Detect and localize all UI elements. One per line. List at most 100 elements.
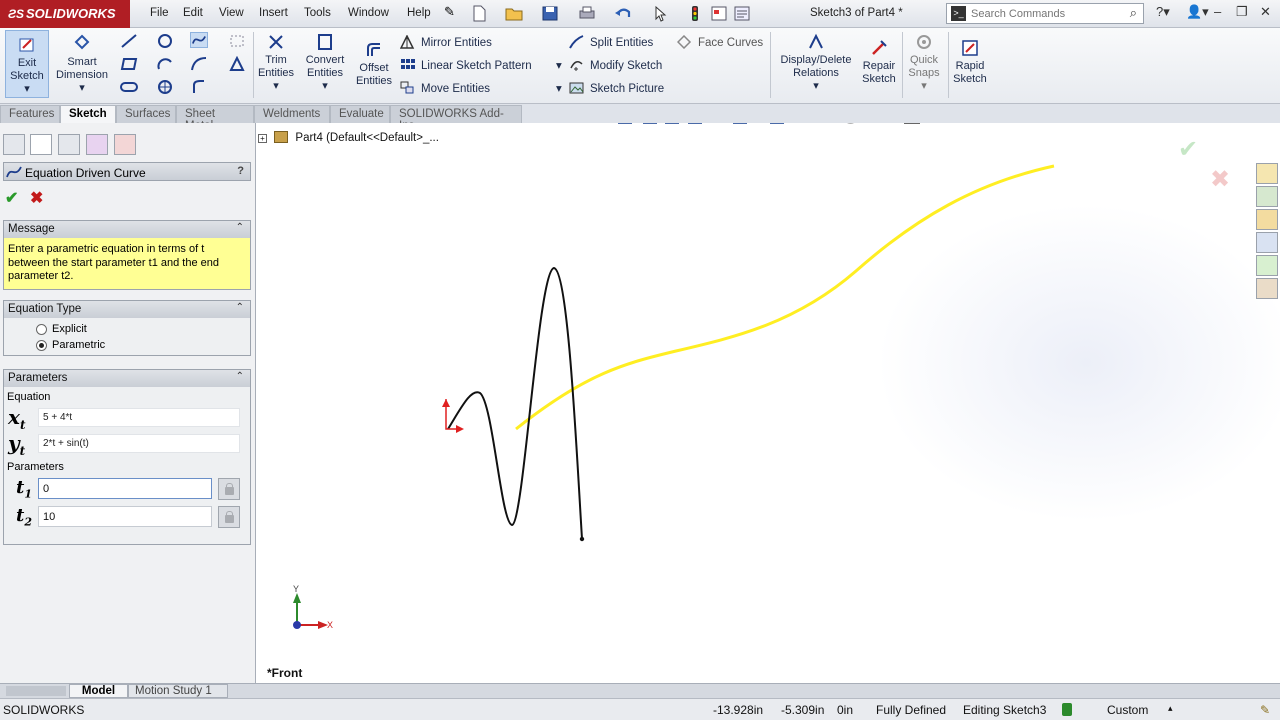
tab-evaluate[interactable]: Evaluate	[330, 105, 390, 123]
search-commands-box[interactable]: >_ ⌕	[946, 3, 1144, 24]
dimxpert-manager-tab-icon[interactable]	[86, 134, 108, 155]
new-document-icon[interactable]	[470, 5, 488, 22]
search-icon[interactable]: ⌕	[1130, 5, 1137, 21]
message-header[interactable]: Message ⌃	[4, 221, 250, 238]
spline-icon[interactable]	[190, 32, 208, 48]
help-icon[interactable]: ?	[237, 165, 244, 177]
modify-sketch-button[interactable]: Modify Sketch	[569, 58, 662, 72]
display-delete-relations-button[interactable]: Display/Delete Relations ▾	[776, 32, 856, 93]
display-manager-tab-icon[interactable]	[114, 134, 136, 155]
xt-equation-input[interactable]	[38, 408, 240, 427]
slot-icon[interactable]	[120, 79, 138, 95]
smart-dimension-button[interactable]: Smart Dimension ▾	[54, 34, 110, 95]
menu-help[interactable]: Help	[407, 7, 431, 19]
save-icon[interactable]	[541, 5, 559, 22]
rapid-sketch-icon	[962, 40, 978, 56]
radio-parametric[interactable]: Parametric	[4, 337, 250, 353]
offset-surface-icon[interactable]	[190, 79, 208, 95]
design-library-icon[interactable]	[1256, 209, 1278, 230]
search-input[interactable]	[971, 6, 1121, 21]
user-icon[interactable]: 👤▾	[1186, 4, 1209, 20]
parameters-header[interactable]: Parameters ⌃	[4, 370, 250, 387]
circle-icon[interactable]	[156, 33, 174, 49]
fillet-icon[interactable]	[190, 56, 208, 72]
tab-features[interactable]: Features	[0, 105, 60, 123]
convert-entities-button[interactable]: Convert Entities ▾	[302, 32, 348, 93]
undo-icon[interactable]	[614, 5, 632, 22]
menu-file[interactable]: File	[150, 7, 169, 19]
restore-icon[interactable]: ❐	[1236, 4, 1248, 20]
menu-view[interactable]: View	[219, 7, 244, 19]
configuration-manager-tab-icon[interactable]	[58, 134, 80, 155]
options-icon[interactable]	[733, 5, 751, 22]
linear-sketch-pattern-button[interactable]: Linear Sketch Pattern ▾	[400, 58, 562, 72]
file-properties-icon[interactable]	[710, 5, 728, 22]
tab-motion-study-1[interactable]: Motion Study 1	[128, 684, 228, 698]
radio-dot[interactable]	[36, 323, 47, 335]
feature-manager-tab-icon[interactable]	[3, 134, 25, 155]
radio-explicit[interactable]: Explicit	[4, 321, 250, 337]
menu-edit[interactable]: Edit	[183, 7, 203, 19]
tab-sheet-metal[interactable]: Sheet Metal	[176, 105, 254, 132]
rapid-sketch-button[interactable]: Rapid Sketch	[950, 38, 990, 86]
split-entities-button[interactable]: Split Entities	[569, 35, 653, 49]
spline-curve-yellow[interactable]	[515, 164, 1055, 431]
trim-entities-button[interactable]: Trim Entities ▾	[256, 32, 296, 93]
tab-model[interactable]: Model	[69, 684, 128, 698]
t2-lock-icon[interactable]	[218, 506, 240, 528]
open-folder-icon[interactable]	[505, 5, 523, 22]
face-curves-button[interactable]: Face Curves	[677, 35, 763, 49]
equation-driven-curve[interactable]	[447, 266, 583, 540]
graphics-area[interactable]: + Part4 (Default<<Default>_... ⌕ ↕ 6ᵒ▾ ◈…	[256, 123, 1280, 683]
move-entities-button[interactable]: Move Entities ▾	[400, 81, 562, 95]
t1-input[interactable]	[38, 478, 212, 499]
resources-icon[interactable]	[1256, 186, 1278, 207]
menu-tools[interactable]: Tools	[304, 7, 331, 19]
text-icon[interactable]	[228, 56, 246, 72]
offset-entities-button[interactable]: Offset Entities	[352, 40, 396, 88]
minimize-icon[interactable]: –	[1214, 4, 1221, 19]
equation-type-header[interactable]: Equation Type ⌃	[4, 301, 250, 318]
close-window-icon[interactable]: ✕	[1260, 4, 1271, 20]
tooltip-icon[interactable]: ✎	[1260, 703, 1270, 717]
tab-sketch[interactable]: Sketch	[60, 105, 116, 123]
custom-properties-icon[interactable]	[1256, 278, 1278, 299]
yt-equation-input[interactable]	[38, 434, 240, 453]
appearances-icon[interactable]	[1256, 255, 1278, 276]
t1-lock-icon[interactable]	[218, 478, 240, 500]
repair-sketch-button[interactable]: Repair Sketch	[858, 38, 900, 86]
pin-icon[interactable]: ✎	[444, 4, 462, 21]
home-icon[interactable]	[1256, 163, 1278, 184]
tab-scroll-controls[interactable]	[6, 686, 66, 696]
t2-input[interactable]	[38, 506, 212, 527]
rebuild-icon[interactable]	[686, 5, 704, 22]
rebuild-status-icon[interactable]	[1062, 703, 1072, 716]
rectangle-icon[interactable]	[120, 56, 138, 72]
select-arrow-icon[interactable]	[651, 5, 669, 22]
property-manager-tab-icon[interactable]	[30, 134, 52, 155]
sketch-canvas[interactable]: Y X	[256, 123, 1280, 683]
status-units[interactable]: Custom	[1107, 703, 1148, 717]
menu-window[interactable]: Window	[348, 7, 389, 19]
mirror-entities-button[interactable]: Mirror Entities	[400, 35, 492, 49]
curve-endpoint[interactable]	[579, 536, 585, 542]
file-explorer-icon[interactable]	[1256, 232, 1278, 253]
print-icon[interactable]	[578, 5, 596, 22]
line-icon[interactable]	[120, 33, 138, 49]
solidworks-logo[interactable]: ƧS SOLIDWORKS	[0, 0, 130, 28]
menu-insert[interactable]: Insert	[259, 7, 288, 19]
arc-icon[interactable]	[156, 56, 174, 72]
tab-surfaces[interactable]: Surfaces	[116, 105, 176, 123]
radio-dot-selected[interactable]	[36, 339, 47, 351]
tab-weldments[interactable]: Weldments	[254, 105, 330, 123]
ok-check-icon[interactable]: ✔	[5, 188, 18, 208]
tab-solidworks-add-ins[interactable]: SOLIDWORKS Add-Ins	[390, 105, 522, 132]
quick-snaps-button[interactable]: Quick Snaps ▾	[904, 32, 944, 93]
polygon-icon[interactable]	[156, 79, 174, 95]
help-icon[interactable]: ?▾	[1156, 4, 1170, 20]
units-dropdown-chevron-icon[interactable]: ▴	[1168, 703, 1173, 714]
exit-sketch-button[interactable]: Exit Sketch ▾	[5, 30, 49, 98]
cancel-x-icon[interactable]: ✖	[30, 188, 43, 208]
construction-geometry-icon[interactable]	[228, 33, 246, 49]
sketch-picture-button[interactable]: Sketch Picture	[569, 81, 664, 95]
